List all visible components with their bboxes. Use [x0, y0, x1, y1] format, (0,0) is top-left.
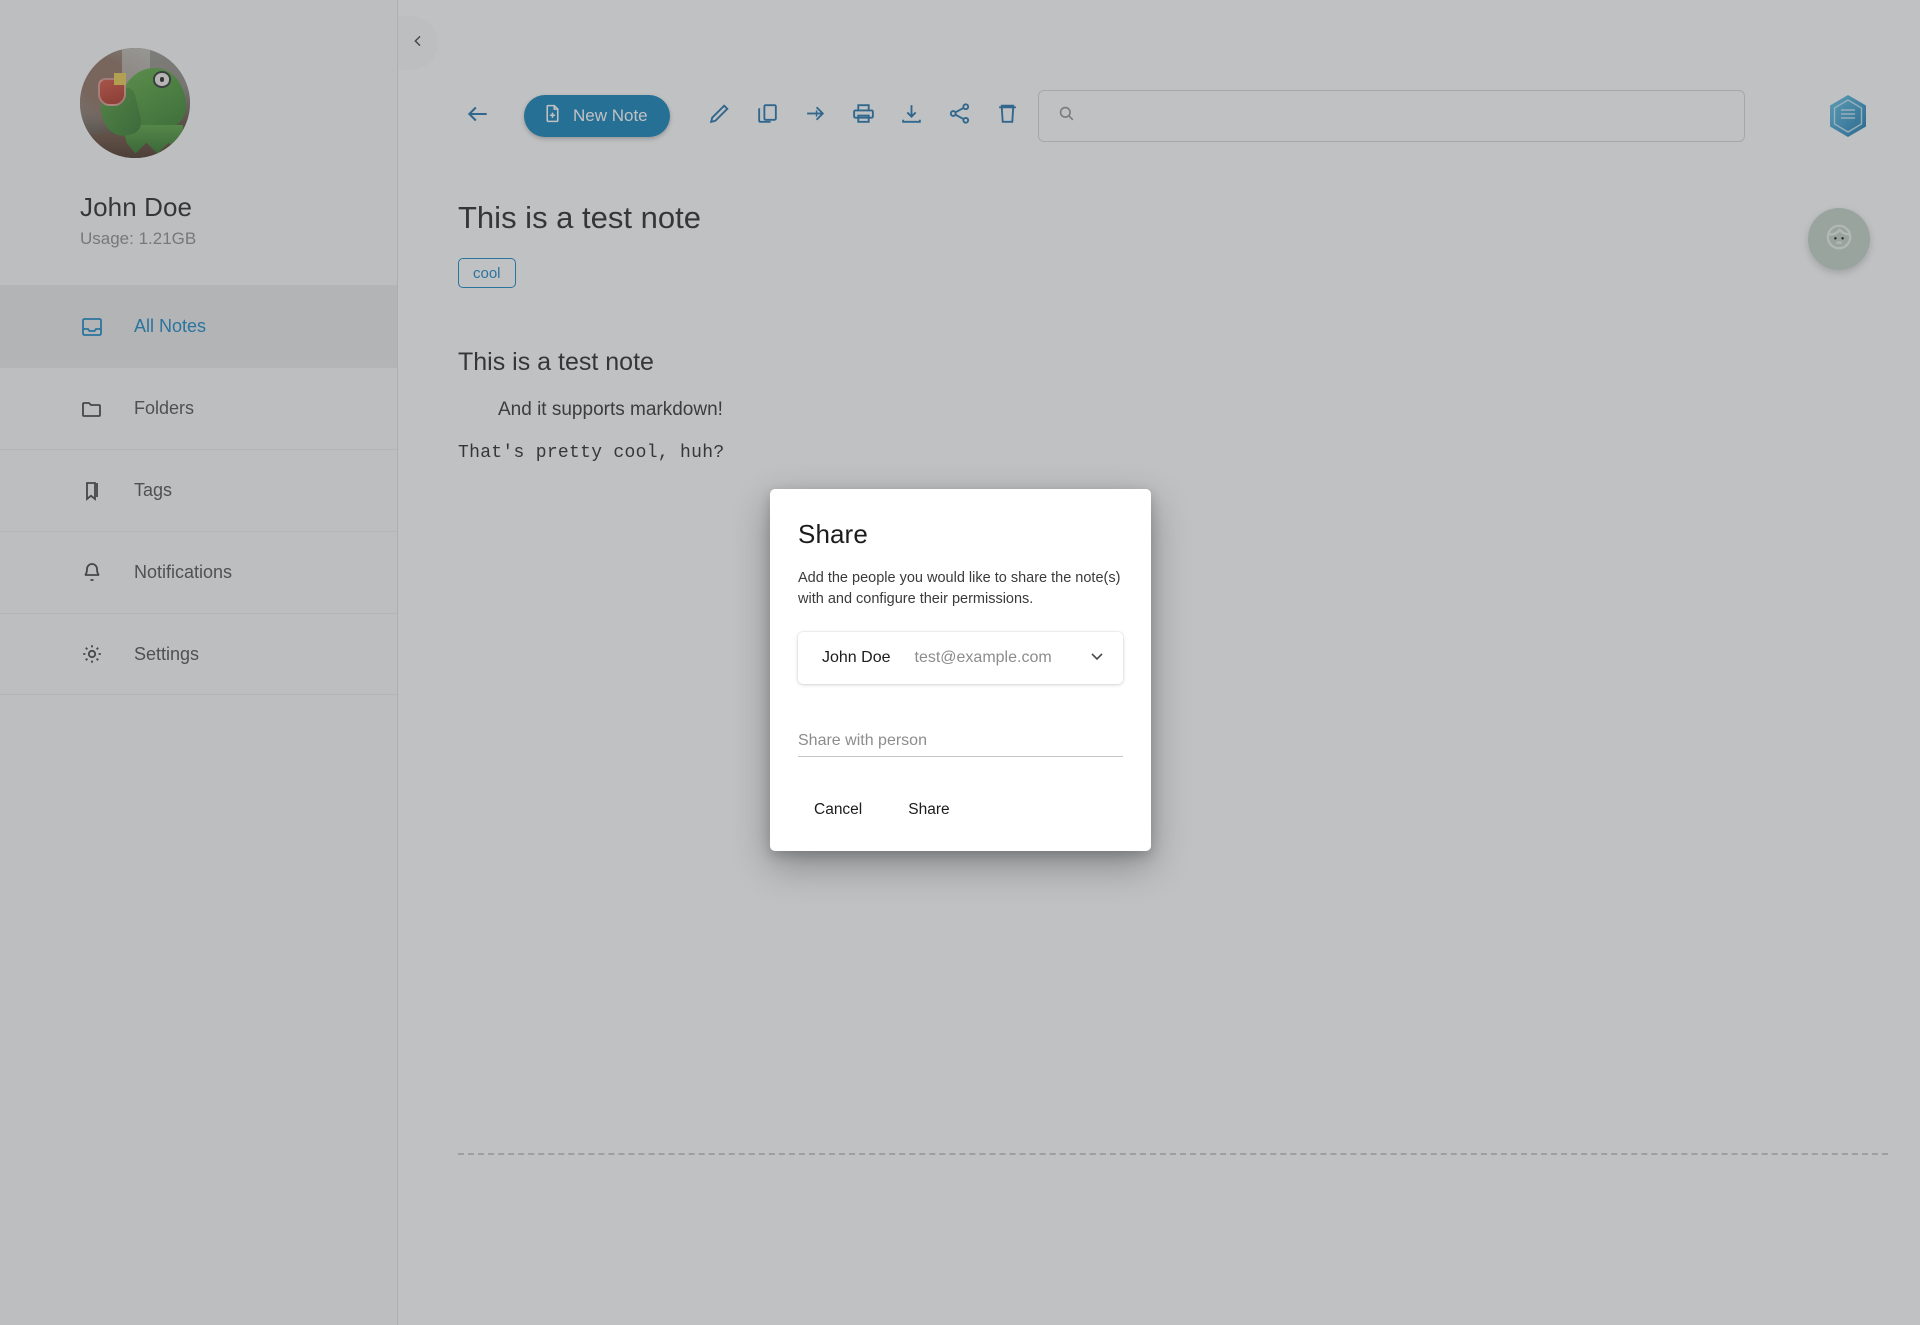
shared-person-name: John Doe: [822, 649, 891, 667]
share-with-person-field[interactable]: [798, 732, 1123, 758]
shared-person-email: test@example.com: [914, 649, 1052, 667]
share-dialog: Share Add the people you would like to s…: [770, 489, 1151, 852]
chevron-down-icon[interactable]: [1087, 646, 1107, 671]
app-root: John Doe Usage: 1.21GB All Notes Folders: [0, 0, 1920, 1325]
dialog-title: Share: [798, 519, 868, 549]
share-confirm-button[interactable]: Share: [892, 793, 965, 827]
cancel-button[interactable]: Cancel: [798, 793, 878, 827]
share-with-person-input[interactable]: [798, 732, 1123, 751]
dialog-description: Add the people you would like to share t…: [798, 570, 1121, 608]
dialog-actions: Cancel Share: [798, 793, 1123, 827]
shared-person-row[interactable]: John Doe test@example.com: [798, 632, 1123, 685]
